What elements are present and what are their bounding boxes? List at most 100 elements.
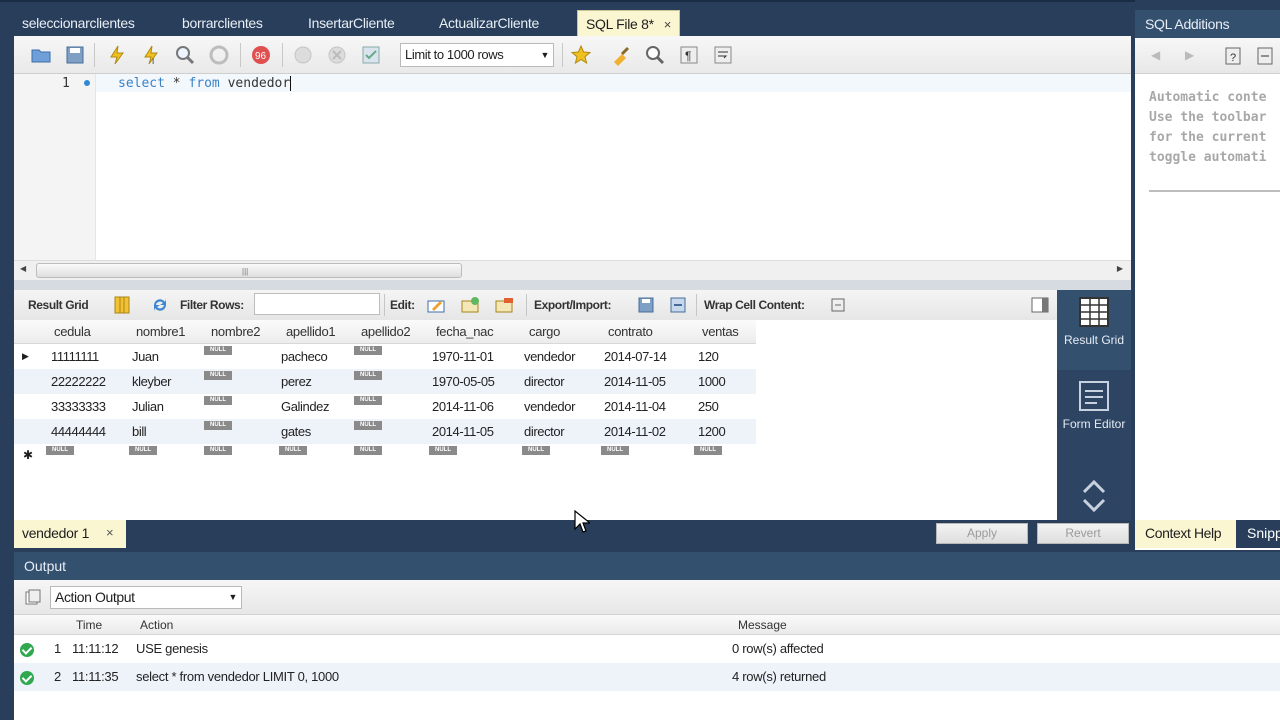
cell-cedula[interactable]: 33333333 [51, 399, 106, 414]
null-badge[interactable]: NULL [46, 446, 74, 455]
export-icon[interactable] [636, 295, 656, 315]
tab-context-help[interactable]: Context Help [1135, 520, 1236, 548]
cell-cedula[interactable]: 11111111 [51, 349, 99, 364]
cell-cargo[interactable]: vendedor [524, 399, 575, 414]
cell-apellido1[interactable]: gates [281, 424, 311, 439]
edit-row-icon[interactable] [426, 295, 446, 315]
cell-ventas[interactable]: 250 [698, 399, 719, 414]
execute-current-icon[interactable]: I [140, 44, 162, 66]
cell-cedula[interactable]: 22222222 [51, 374, 106, 389]
save-icon[interactable] [64, 44, 86, 66]
column-header[interactable]: nombre1 [136, 324, 186, 339]
forward-arrow-icon[interactable]: ▶ [1185, 48, 1194, 62]
add-snippet-star-icon[interactable] [570, 44, 592, 66]
null-badge[interactable]: NULL [204, 396, 232, 405]
output-row[interactable]: 1 11:11:12 USE genesis 0 row(s) affected [14, 635, 1280, 663]
null-badge[interactable]: NULL [354, 421, 382, 430]
null-badge[interactable]: NULL [694, 446, 722, 455]
tab-borrarclientes[interactable]: borrarclientes [182, 10, 263, 36]
tab-actualizarcliente[interactable]: ActualizarCliente [439, 10, 539, 36]
column-header[interactable]: apellido2 [361, 324, 411, 339]
beautify-brush-icon[interactable] [610, 44, 632, 66]
close-icon[interactable]: × [664, 17, 672, 32]
execute-lightning-icon[interactable] [106, 44, 128, 66]
cell-fecha-nac[interactable]: 2014-11-05 [432, 424, 494, 439]
copy-output-icon[interactable] [24, 588, 42, 606]
null-badge[interactable]: NULL [204, 446, 232, 455]
null-badge[interactable]: NULL [354, 396, 382, 405]
rollback-icon[interactable] [326, 44, 348, 66]
column-header[interactable]: cargo [529, 324, 560, 339]
cell-nombre1[interactable]: bill [132, 424, 147, 439]
cell-apellido1[interactable]: pacheco [281, 349, 328, 364]
null-badge[interactable]: NULL [429, 446, 457, 455]
cell-apellido1[interactable]: Galindez [281, 399, 330, 414]
filter-rows-input[interactable] [254, 293, 380, 315]
invisible-chars-icon[interactable]: ¶ [678, 44, 700, 66]
back-arrow-icon[interactable]: ◀ [1151, 48, 1160, 62]
cell-contrato[interactable]: 2014-11-02 [604, 424, 666, 439]
sql-editor[interactable]: 1 select * from vendedor [14, 74, 1131, 260]
form-editor-view-button[interactable]: Form Editor [1057, 374, 1131, 454]
column-header[interactable]: cedula [54, 324, 91, 339]
word-wrap-icon[interactable] [712, 44, 734, 66]
output-type-select[interactable]: Action Output ▼ [50, 586, 242, 609]
wrap-cell-toggle-icon[interactable] [828, 295, 848, 315]
table-row[interactable]: ▶ 11111111 Juan NULL pacheco NULL 1970-1… [14, 344, 756, 369]
result-tab-vendedor-1[interactable]: vendedor 1 × [14, 520, 126, 548]
column-header[interactable]: ventas [702, 324, 739, 339]
cell-nombre1[interactable]: Juan [132, 349, 159, 364]
column-header[interactable]: fecha_nac [436, 324, 494, 339]
column-header[interactable]: apellido1 [286, 324, 336, 339]
null-badge[interactable]: NULL [204, 421, 232, 430]
result-grid[interactable]: cedula nombre1 nombre2 apellido1 apellid… [14, 320, 1057, 520]
stop-icon[interactable] [208, 44, 230, 66]
null-badge[interactable]: NULL [522, 446, 550, 455]
splitter[interactable] [14, 280, 1131, 290]
scroll-right-icon[interactable]: ▶ [1117, 264, 1123, 273]
column-header-time[interactable]: Time [76, 618, 102, 632]
explain-magnifier-icon[interactable] [174, 44, 196, 66]
null-badge[interactable]: NULL [279, 446, 307, 455]
cell-fecha-nac[interactable]: 1970-11-01 [432, 349, 494, 364]
tab-seleccionarclientes[interactable]: seleccionarclientes [22, 10, 135, 36]
scroll-left-icon[interactable]: ◀ [20, 264, 26, 273]
grid-columns-icon[interactable] [112, 295, 132, 315]
cell-ventas[interactable]: 1200 [698, 424, 726, 439]
table-row[interactable]: 33333333 Julian NULL Galindez NULL 2014-… [14, 394, 756, 419]
tab-snippets[interactable]: Snipp [1239, 520, 1280, 548]
commit-icon[interactable] [292, 44, 314, 66]
column-header[interactable]: contrato [608, 324, 653, 339]
sql-query-text[interactable]: select * from vendedor [118, 76, 292, 91]
null-badge[interactable]: NULL [601, 446, 629, 455]
cell-contrato[interactable]: 2014-11-05 [604, 374, 666, 389]
cell-cargo[interactable]: director [524, 374, 565, 389]
null-badge[interactable]: NULL [354, 371, 382, 380]
editor-horizontal-scrollbar[interactable]: ◀ ||| ▶ [14, 260, 1131, 280]
result-grid-view-button[interactable]: Result Grid [1057, 290, 1131, 370]
cell-cargo[interactable]: vendedor [524, 349, 575, 364]
context-help-icon[interactable]: ? [1223, 46, 1243, 66]
cell-nombre1[interactable]: Julian [132, 399, 164, 414]
revert-button[interactable]: Revert [1037, 523, 1129, 544]
refresh-icon[interactable] [150, 295, 170, 315]
toggle-error-icon[interactable]: 96 [250, 44, 272, 66]
cell-apellido1[interactable]: perez [281, 374, 312, 389]
autocommit-icon[interactable] [360, 44, 382, 66]
null-badge[interactable]: NULL [204, 346, 232, 355]
auto-help-icon[interactable] [1255, 46, 1275, 66]
toggle-panel-icon[interactable] [1030, 295, 1050, 315]
table-row[interactable]: 44444444 bill NULL gates NULL 2014-11-05… [14, 419, 756, 444]
apply-button[interactable]: Apply [936, 523, 1028, 544]
delete-row-icon[interactable] [494, 295, 514, 315]
cell-fecha-nac[interactable]: 2014-11-06 [432, 399, 494, 414]
cell-fecha-nac[interactable]: 1970-05-05 [432, 374, 495, 389]
cell-contrato[interactable]: 2014-07-14 [604, 349, 667, 364]
open-folder-icon[interactable] [30, 44, 52, 66]
insert-row-icon[interactable] [460, 295, 480, 315]
column-header-action[interactable]: Action [140, 618, 173, 632]
cell-cargo[interactable]: director [524, 424, 565, 439]
new-row-placeholder[interactable]: ✱ NULL NULL NULL NULL NULL NULL NULL NUL… [14, 444, 756, 462]
cell-ventas[interactable]: 120 [698, 349, 719, 364]
find-magnifier-icon[interactable] [644, 44, 666, 66]
